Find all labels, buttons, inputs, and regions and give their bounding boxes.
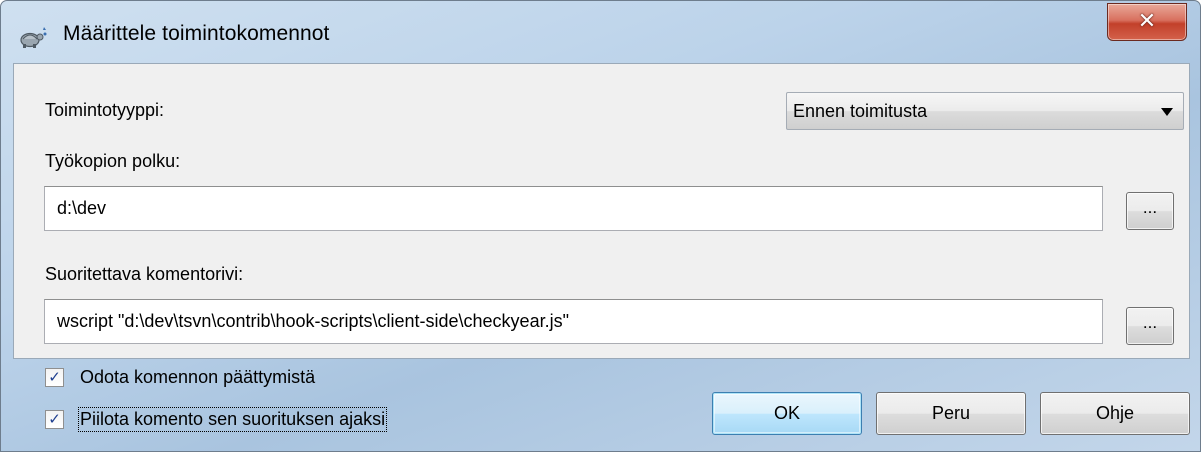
tortoise-hook-icon	[18, 25, 48, 49]
checkmark-icon: ✓	[48, 367, 61, 386]
chevron-down-icon	[1161, 108, 1173, 116]
hide-command-checkbox[interactable]: ✓	[45, 409, 64, 429]
ok-button[interactable]: OK	[712, 392, 862, 435]
help-button[interactable]: Ohje	[1040, 392, 1190, 435]
hide-command-label: Piilota komento sen suorituksen ajaksi	[77, 406, 388, 432]
title-bar[interactable]: Määrittele toimintokomennot ✕	[1, 1, 1200, 59]
working-copy-path-label: Työkopion polku:	[45, 151, 181, 171]
action-type-label: Toimintotyyppi:	[45, 100, 165, 120]
command-line-input[interactable]	[44, 299, 1103, 344]
working-copy-path-input[interactable]	[44, 186, 1103, 231]
window-title: Määrittele toimintokomennot	[63, 22, 330, 45]
wait-for-command-checkbox-row[interactable]: ✓ Odota komennon päättymistä	[45, 365, 315, 389]
close-button[interactable]: ✕	[1107, 3, 1187, 41]
browse-working-copy-button[interactable]: ...	[1126, 192, 1174, 230]
action-type-dropdown[interactable]: Ennen toimitusta	[786, 92, 1184, 130]
close-icon: ✕	[1137, 9, 1157, 34]
hide-command-checkbox-row[interactable]: ✓ Piilota komento sen suorituksen ajaksi	[45, 406, 388, 432]
dialog-window: Määrittele toimintokomennot ✕ Toimintoty…	[0, 0, 1201, 452]
wait-for-command-label: Odota komennon päättymistä	[80, 366, 316, 387]
checkmark-icon: ✓	[48, 409, 61, 428]
browse-command-button[interactable]: ...	[1126, 307, 1174, 345]
action-type-value: Ennen toimitusta	[793, 101, 928, 121]
command-line-label: Suoritettava komentorivi:	[45, 264, 244, 284]
cancel-button[interactable]: Peru	[876, 392, 1026, 435]
wait-for-command-checkbox[interactable]: ✓	[45, 367, 64, 387]
